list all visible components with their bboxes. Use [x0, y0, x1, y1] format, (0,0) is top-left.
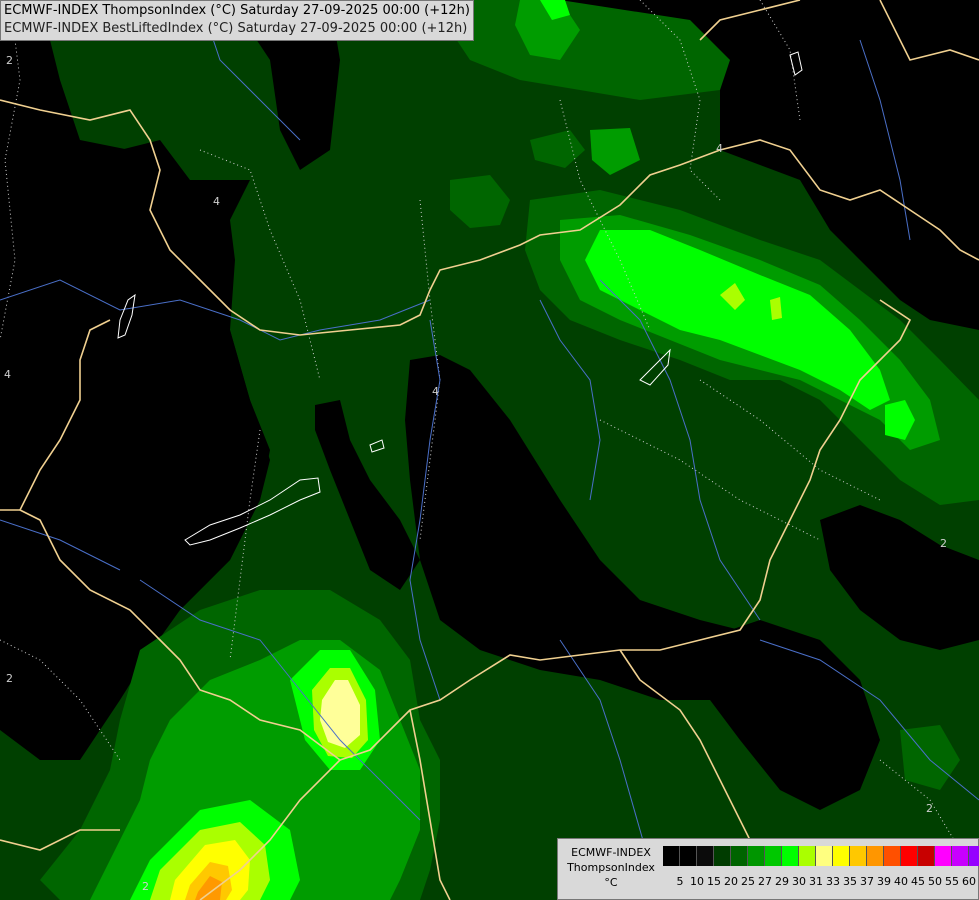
color-legend: ECMWF-INDEX ThompsonIndex °C 5 10 15 20 25 27…	[557, 838, 979, 900]
legend-tick-label: 5	[676, 875, 684, 888]
legend-tick-label: 27	[758, 875, 772, 888]
legend-tick-label: 39	[877, 875, 891, 888]
legend-tick-label: 33	[826, 875, 840, 888]
weather-map[interactable]: 2 4 4 4 4 2 2 2 2	[0, 0, 979, 900]
legend-swatch	[799, 846, 816, 866]
legend-title-parameter: ThompsonIndex	[567, 861, 655, 874]
legend-tick-label: 60	[962, 875, 976, 888]
contour-label: 4	[432, 385, 439, 398]
legend-swatch	[969, 846, 979, 866]
map-viewer: 2 4 4 4 4 2 2 2 2 ECMWF-INDEX ThompsonIn…	[0, 0, 979, 900]
legend-swatch	[782, 846, 799, 866]
legend-swatches	[663, 846, 979, 866]
contour-label: 4	[716, 142, 723, 155]
legend-tick-label: 35	[843, 875, 857, 888]
legend-swatch	[765, 846, 782, 866]
contour-label: 2	[940, 537, 947, 550]
legend-title-model: ECMWF-INDEX	[571, 846, 651, 859]
legend-swatch	[867, 846, 884, 866]
legend-swatch	[714, 846, 731, 866]
contour-label: 2	[142, 880, 149, 893]
legend-swatch	[816, 846, 833, 866]
legend-tick-label: 15	[707, 875, 721, 888]
legend-tick-label: 45	[911, 875, 925, 888]
legend-tick-label: 30	[792, 875, 806, 888]
legend-swatch	[697, 846, 714, 866]
legend-swatch	[952, 846, 969, 866]
legend-title-unit: °C	[604, 876, 618, 889]
map-title-line-2: ECMWF-INDEX BestLiftedIndex (°C) Saturda…	[4, 21, 468, 36]
legend-swatch	[748, 846, 765, 866]
legend-swatch	[850, 846, 867, 866]
contour-label: 2	[6, 672, 13, 685]
legend-swatch	[935, 846, 952, 866]
contour-label: 2	[6, 54, 13, 67]
legend-title: ECMWF-INDEX ThompsonIndex °C	[562, 845, 660, 890]
map-title-line-1: ECMWF-INDEX ThompsonIndex (°C) Saturday …	[4, 3, 470, 18]
map-title-box: ECMWF-INDEX ThompsonIndex (°C) Saturday …	[0, 0, 474, 41]
legend-tick-label: 20	[724, 875, 738, 888]
legend-tick-label: 10	[690, 875, 704, 888]
legend-swatch	[918, 846, 935, 866]
legend-tick-label: 29	[775, 875, 789, 888]
legend-swatch	[901, 846, 918, 866]
legend-swatch	[663, 846, 680, 866]
legend-swatch	[833, 846, 850, 866]
contour-label: 2	[926, 802, 933, 815]
legend-tick-label: 31	[809, 875, 823, 888]
legend-tick-label: 50	[928, 875, 942, 888]
legend-tick-label: 40	[894, 875, 908, 888]
legend-swatch	[731, 846, 748, 866]
legend-tick-label: 55	[945, 875, 959, 888]
legend-swatch	[680, 846, 697, 866]
legend-swatch	[884, 846, 901, 866]
contour-label: 4	[4, 368, 11, 381]
contour-label: 4	[213, 195, 220, 208]
legend-tick-label: 37	[860, 875, 874, 888]
legend-tick-label: 25	[741, 875, 755, 888]
